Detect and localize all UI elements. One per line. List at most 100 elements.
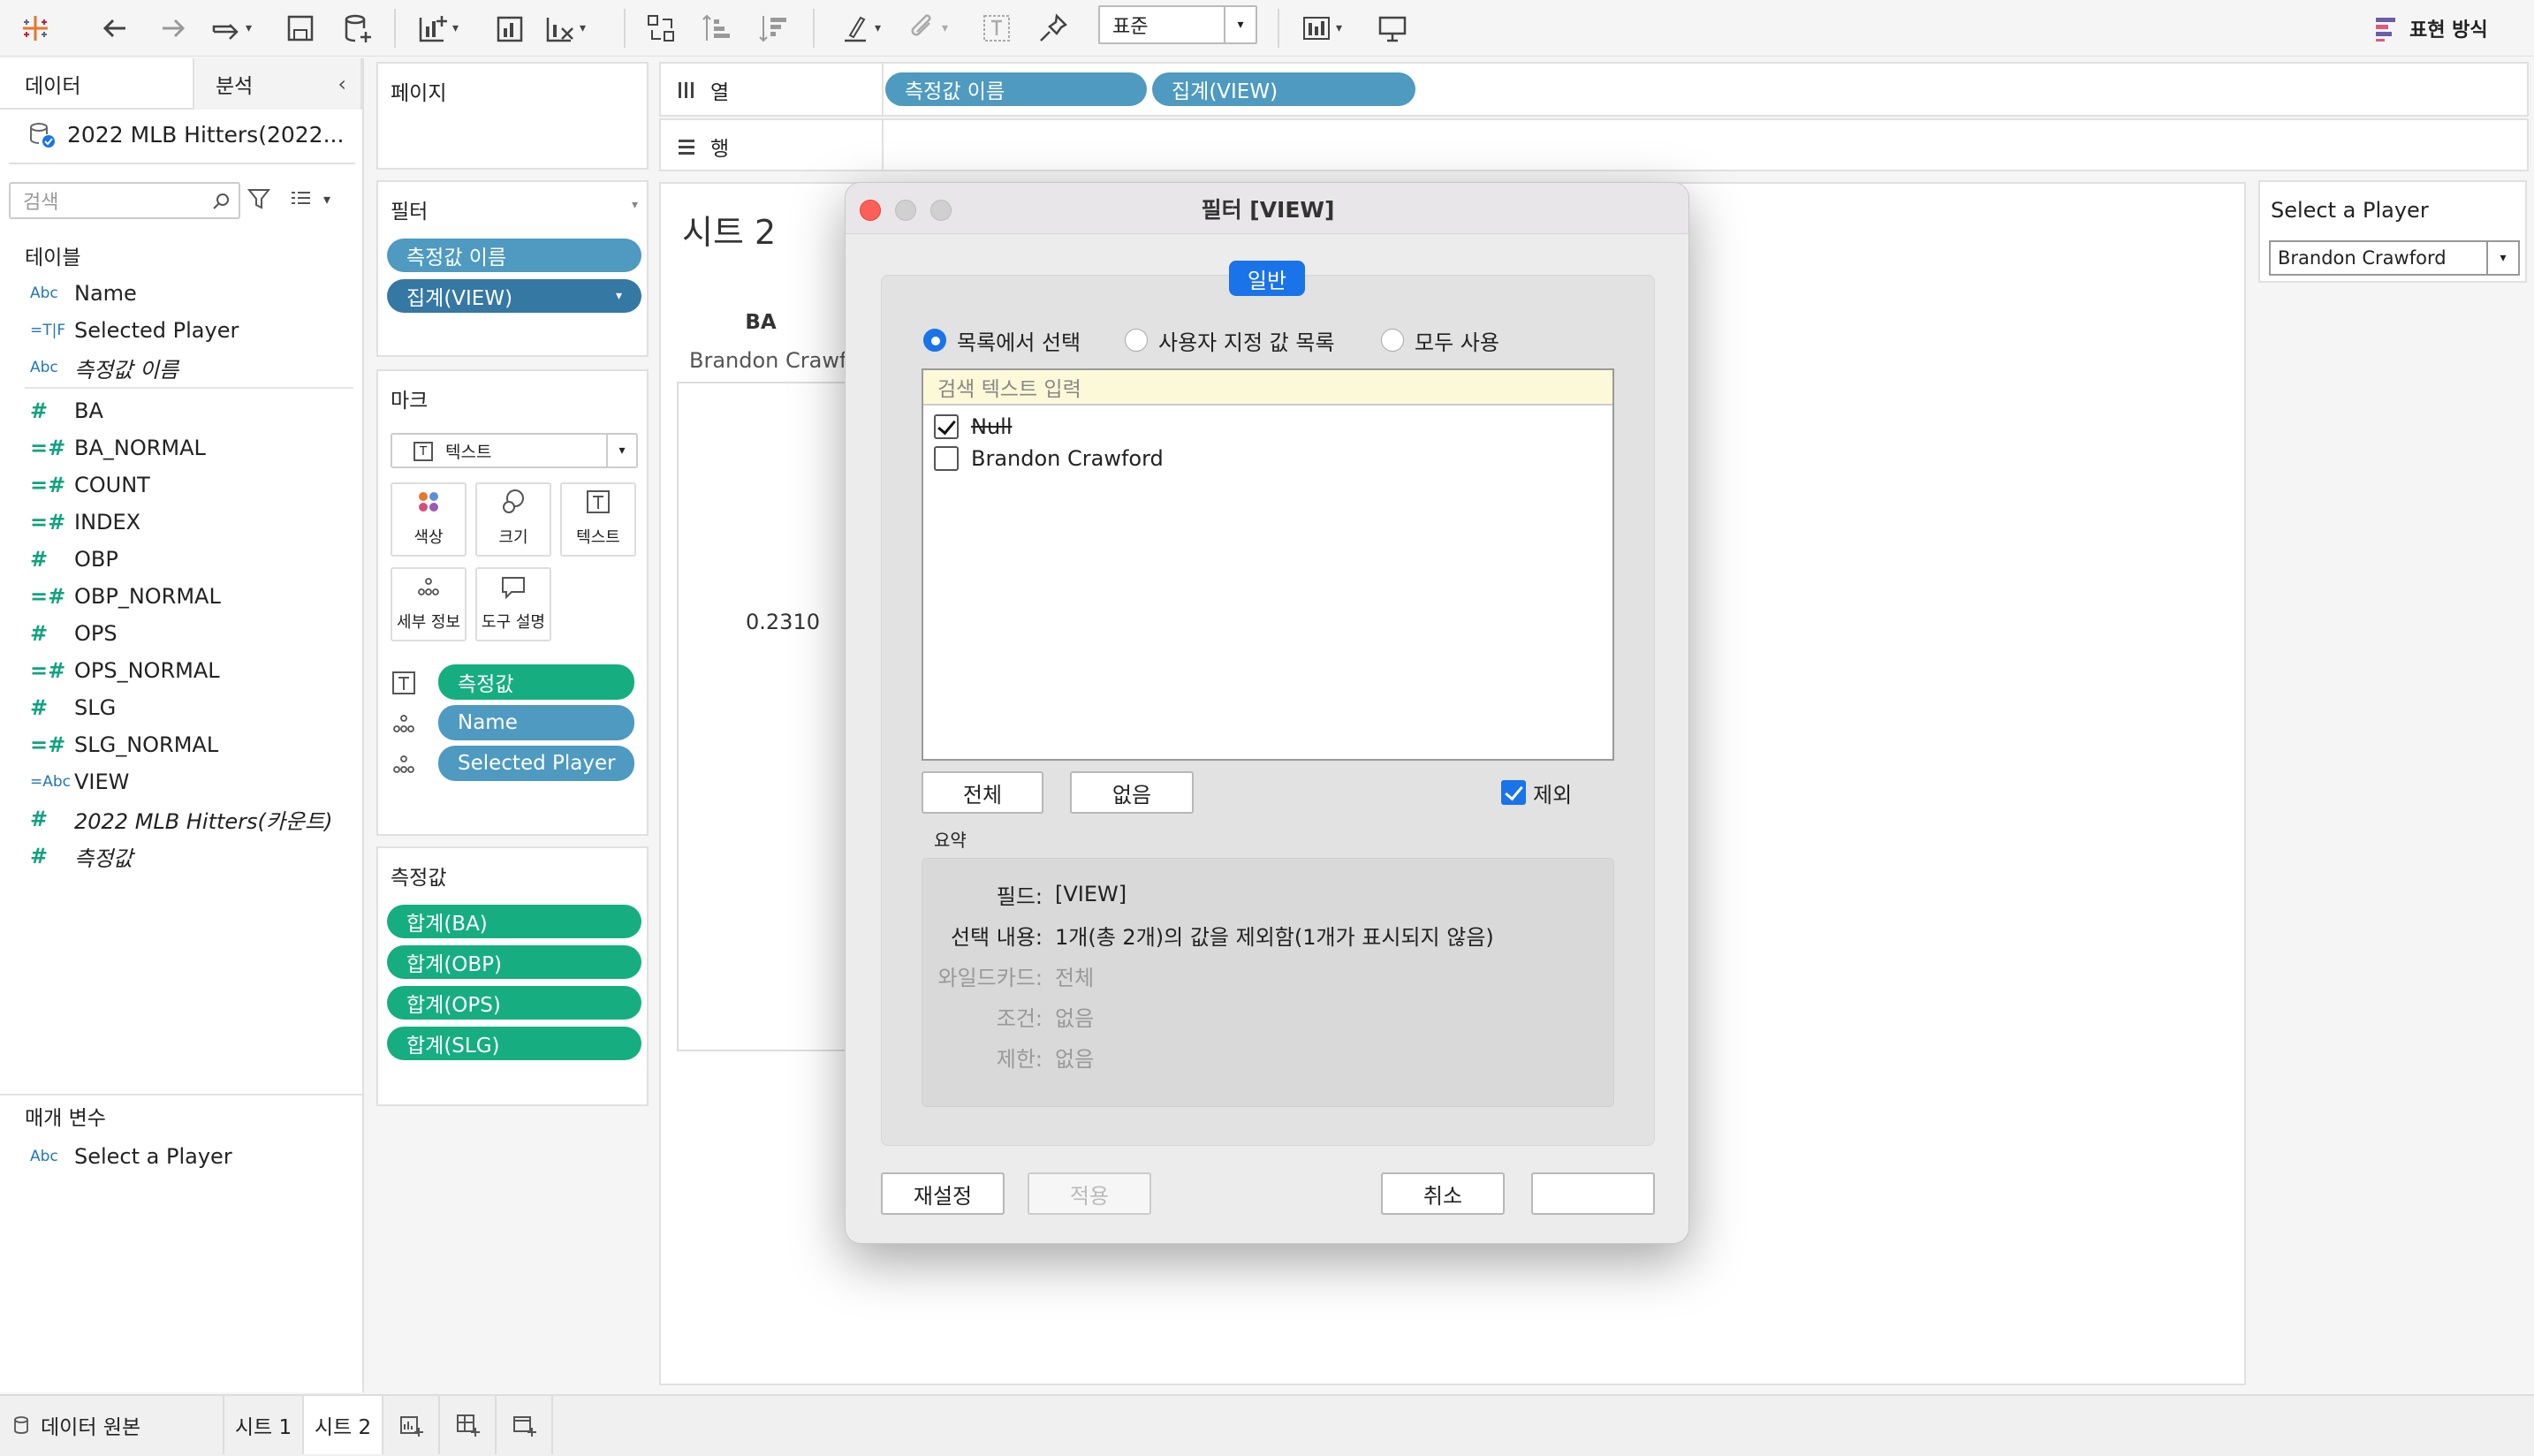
radio-select-from-list[interactable]: 목록에서 선택 (923, 324, 1081, 356)
highlight-icon[interactable]: ▾ (838, 7, 881, 49)
reset-button[interactable]: 재설정 (881, 1172, 1005, 1215)
show-me-button[interactable]: 표현 방식 (2372, 11, 2488, 46)
number-type-icon: # (30, 621, 49, 646)
filters-card[interactable]: 필터 ▾ 측정값 이름 집계(VIEW) ▾ (376, 180, 649, 357)
pill-dropdown-icon[interactable]: ▾ (616, 289, 622, 303)
marks-text-pill[interactable]: 측정값 (438, 664, 634, 700)
field-item[interactable]: # OPS (0, 615, 118, 652)
number-calc-icon: =# (30, 658, 66, 683)
chevron-down-icon[interactable]: ▾ (632, 198, 638, 212)
checkbox-unchecked[interactable] (934, 446, 959, 471)
datasource-icon (30, 123, 55, 148)
tab-general[interactable]: 일반 (1229, 261, 1305, 296)
exclude-checkbox[interactable]: 제외 (1501, 777, 1572, 808)
player-select[interactable]: Brandon Crawford ▾ (2269, 240, 2520, 276)
data-pane-tabs: 데이터 분석 ‹ (0, 58, 362, 110)
select-all-button[interactable]: 전체 (922, 771, 1043, 814)
radio-custom-value-list[interactable]: 사용자 지정 값 목록 (1125, 324, 1335, 356)
column-pill[interactable]: 집계(VIEW) (1152, 72, 1415, 106)
sort-descending-icon[interactable] (756, 7, 792, 49)
field-item[interactable]: =# BA_NORMAL (0, 429, 206, 466)
list-item[interactable]: Null (934, 411, 1013, 443)
text-mark-button[interactable]: 텍스트 (560, 482, 636, 557)
fit-select[interactable]: 표준 ▾ (1098, 5, 1257, 44)
new-worksheet-button[interactable] (383, 1396, 440, 1454)
clear-sheet-icon[interactable]: ▾ (542, 7, 586, 49)
new-dashboard-button[interactable] (440, 1396, 497, 1454)
datasource-item[interactable]: 2022 MLB Hitters(2022... (27, 115, 344, 154)
field-item[interactable]: =# COUNT (0, 466, 150, 504)
filter-fields-icon[interactable] (246, 186, 272, 212)
list-search-input[interactable]: 검색 텍스트 입력 (923, 370, 1612, 406)
detail-mark-button[interactable]: 세부 정보 (391, 567, 467, 641)
swap-rows-columns-icon[interactable] (643, 7, 679, 49)
select-none-button[interactable]: 없음 (1070, 771, 1194, 814)
view-options-icon[interactable]: ▾ (288, 186, 330, 212)
filter-pill[interactable]: 측정값 이름 (387, 239, 641, 272)
size-mark-button[interactable]: 크기 (475, 482, 551, 557)
new-worksheet-icon[interactable]: ▾ (415, 7, 459, 49)
field-item[interactable]: =T|F Selected Player (0, 312, 239, 349)
sort-ascending-icon[interactable] (700, 7, 735, 49)
field-item[interactable]: # OBP (0, 541, 118, 578)
field-search-input[interactable]: 검색 (9, 182, 240, 219)
marks-card: 마크 T 텍스트 ▾ 색상 크기 텍스트 세부 정보 도구 설명 측정값 Nam… (376, 369, 649, 836)
redo-dropdown-icon[interactable]: ▾ (209, 7, 252, 49)
field-item[interactable]: =# OPS_NORMAL (0, 652, 220, 689)
measure-value-pill[interactable]: 합계(OBP) (387, 945, 641, 979)
tab-datasource[interactable]: 데이터 원본 (0, 1396, 224, 1454)
columns-shelf[interactable]: 열 측정값 이름 집계(VIEW) (659, 62, 2529, 117)
cancel-button[interactable]: 취소 (1381, 1172, 1505, 1215)
apply-button[interactable]: 적용 (1028, 1172, 1151, 1215)
tab-sheet-1[interactable]: 시트 1 (224, 1396, 304, 1454)
value-list[interactable]: 검색 텍스트 입력 Null Brandon Crawford (922, 368, 1614, 761)
field-item[interactable]: Abc Name (0, 275, 137, 312)
list-item[interactable]: Brandon Crawford (934, 443, 1164, 474)
group-members-icon[interactable]: ▾ (905, 7, 948, 49)
pages-card[interactable]: 페이지 (376, 62, 649, 170)
new-datasource-icon[interactable] (339, 7, 375, 49)
field-item[interactable]: Abc 측정값 이름 (0, 349, 178, 386)
checkbox-checked[interactable] (934, 414, 959, 439)
tab-analysis[interactable]: 분석 ‹ (193, 58, 362, 110)
forward-icon[interactable] (156, 7, 191, 49)
marks-detail-pill[interactable]: Name (438, 705, 634, 740)
dialog-titlebar[interactable]: 필터 [VIEW] (846, 183, 1688, 234)
radio-use-all[interactable]: 모두 사용 (1381, 324, 1499, 356)
column-header: BA (745, 311, 777, 334)
show-cards-icon[interactable]: ▾ (1299, 7, 1342, 49)
color-mark-button[interactable]: 색상 (391, 482, 467, 557)
back-icon[interactable] (97, 7, 133, 49)
new-story-button[interactable] (497, 1396, 553, 1454)
duplicate-sheet-icon[interactable] (491, 7, 527, 49)
show-mark-labels-icon[interactable] (979, 7, 1014, 49)
tab-data[interactable]: 데이터 (0, 58, 193, 110)
measure-value-pill[interactable]: 합계(BA) (387, 905, 641, 938)
parameter-item[interactable]: Abc Select a Player (0, 1138, 232, 1175)
cell-value[interactable]: 0.2310 (746, 610, 820, 634)
rows-shelf[interactable]: 행 (659, 118, 2529, 171)
column-pill[interactable]: 측정값 이름 (885, 72, 1147, 106)
presentation-mode-icon[interactable] (1375, 7, 1410, 49)
ok-button[interactable]: 확인 (1531, 1172, 1655, 1215)
filters-title: 필터 (391, 201, 429, 224)
field-item[interactable]: # 측정값 (0, 838, 133, 875)
field-item[interactable]: =# SLG_NORMAL (0, 726, 218, 763)
marks-detail-pill[interactable]: Selected Player (438, 746, 634, 781)
measure-value-pill[interactable]: 합계(OPS) (387, 986, 641, 1020)
field-item[interactable]: =Abc VIEW (0, 763, 129, 800)
collapse-pane-icon[interactable]: ‹ (338, 72, 346, 96)
filter-pill[interactable]: 집계(VIEW) ▾ (387, 279, 641, 313)
tooltip-mark-button[interactable]: 도구 설명 (475, 567, 551, 641)
field-item[interactable]: =# INDEX (0, 504, 140, 541)
mark-type-select[interactable]: T 텍스트 ▾ (391, 433, 638, 468)
tab-sheet-2[interactable]: 시트 2 (304, 1396, 383, 1454)
field-item[interactable]: =# OBP_NORMAL (0, 578, 221, 615)
save-icon[interactable] (283, 7, 318, 49)
field-item[interactable]: # SLG (0, 689, 116, 726)
fix-axes-icon[interactable] (1036, 7, 1071, 49)
field-item[interactable]: # BA (0, 392, 103, 429)
field-item[interactable]: #2022 MLB Hitters(카운트) (0, 800, 333, 838)
tableau-logo-icon[interactable] (18, 7, 53, 49)
measure-value-pill[interactable]: 합계(SLG) (387, 1027, 641, 1060)
